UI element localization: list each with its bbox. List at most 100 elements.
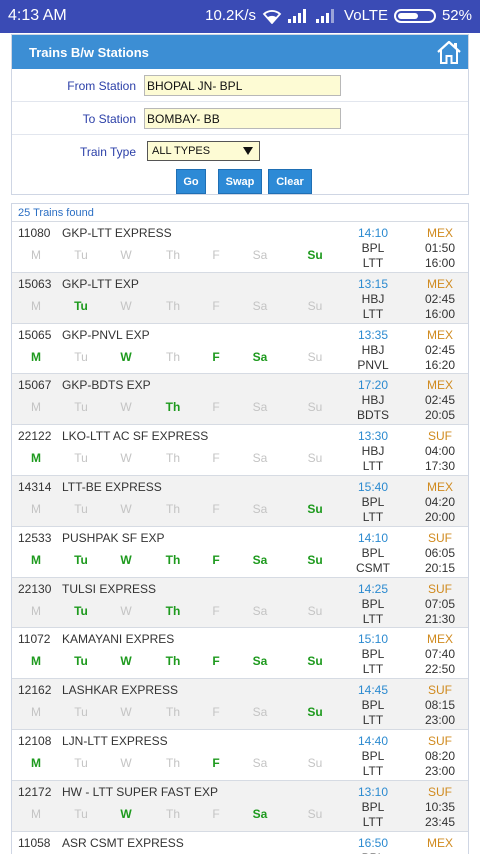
train-row[interactable]: 12172 HW - LTT SUPER FAST EXP 13:10 SUF BPL L… — [12, 779, 468, 831]
start-time: 08:20 — [424, 748, 456, 763]
train-type-select[interactable]: ALL TYPES — [147, 141, 260, 161]
home-icon[interactable] — [436, 39, 462, 65]
train-row[interactable]: 15065 GKP-PNVL EXP 13:35 MEX HBJ PNVL 02:45 16:… — [12, 322, 468, 374]
day-w: W — [120, 806, 132, 821]
from-station-code: BPL — [361, 698, 385, 713]
results-count: 25 Trains found — [18, 207, 94, 219]
train-row[interactable]: 14314 LTT-BE EXPRESS 15:40 MEX BPL LTT 04:20 20… — [12, 474, 468, 526]
day-su: Su — [307, 552, 323, 567]
to-station-code: CSMT — [356, 560, 390, 575]
start-time: 04:20 — [424, 494, 456, 509]
train-row[interactable]: 11080 GKP-LTT EXPRESS 14:10 MEX BPL LTT 01:50 1… — [12, 221, 468, 272]
train-row[interactable]: 22122 LKO-LTT AC SF EXPRESS 13:30 SUF HBJ LTT… — [12, 424, 468, 475]
day-tu: Tu — [74, 552, 88, 567]
end-time: 17:30 — [424, 459, 456, 474]
day-sa: Sa — [252, 501, 268, 516]
day-th: Th — [165, 349, 180, 364]
train-row[interactable]: 12533 PUSHPAK SF EXP 14:10 SUF BPL CSMT 06:05 2… — [12, 525, 468, 577]
to-station-code: LTT — [362, 306, 384, 321]
train-row[interactable]: 15067 GKP-BDTS EXP 17:20 MEX HBJ BDTS 02:45 20:… — [12, 373, 468, 425]
day-th: Th — [165, 248, 180, 262]
day-su: Su — [307, 705, 323, 720]
to-station-row: To Station BOMBAY- BB — [12, 102, 468, 135]
day-tu: Tu — [74, 501, 88, 516]
clear-button[interactable]: Clear — [268, 169, 312, 194]
day-sa: Sa — [252, 603, 268, 618]
from-station-code: HBJ — [361, 291, 385, 306]
search-form: Trains B/w Stations From Station BHOPAL … — [11, 34, 469, 195]
train-number: 12162 — [18, 683, 52, 698]
train-row[interactable]: 11072 KAMAYANI EXPRES 15:10 MEX BPL LTT 07:40 2… — [12, 627, 468, 678]
network-type: VoLTE — [344, 7, 388, 24]
train-name: KAMAYANI EXPRES — [62, 632, 175, 647]
battery-icon — [393, 8, 436, 23]
from-station-code: BPL — [361, 494, 385, 509]
day-tu: Tu — [74, 654, 88, 669]
from-station-code: HBJ — [361, 393, 385, 408]
day-sa: Sa — [252, 654, 268, 669]
end-time: 23:45 — [424, 814, 456, 829]
from-station-input[interactable]: BHOPAL JN- BPL — [144, 75, 341, 96]
start-time: 06:05 — [424, 545, 456, 560]
end-time: 16:20 — [424, 357, 456, 372]
from-station-code: HBJ — [361, 444, 385, 459]
day-th: Th — [165, 552, 181, 567]
day-th: Th — [165, 705, 180, 720]
from-station-code: BPL — [361, 241, 385, 255]
day-sa: Sa — [252, 248, 268, 262]
day-sa: Sa — [252, 705, 268, 720]
train-number: 15063 — [18, 276, 52, 291]
train-row[interactable]: 15063 GKP-LTT EXP 13:15 MEX HBJ LTT 02:45 16:00… — [12, 271, 468, 323]
train-name: HW - LTT SUPER FAST EXP — [62, 784, 219, 799]
day-f: F — [212, 400, 220, 415]
go-button[interactable]: Go — [176, 169, 206, 194]
departure-time: 14:40 — [358, 733, 389, 748]
day-f: F — [212, 451, 220, 466]
end-time: 20:00 — [424, 509, 456, 524]
train-row[interactable]: 22130 TULSI EXPRESS 14:25 SUF BPL LTT 07:05 21:… — [12, 576, 468, 628]
day-tu: Tu — [74, 298, 88, 313]
day-tu: Tu — [74, 400, 88, 415]
from-station-code: BPL — [361, 748, 385, 763]
day-f: F — [212, 755, 220, 770]
day-m: M — [31, 400, 41, 415]
day-m: M — [31, 806, 41, 821]
day-tu: Tu — [74, 603, 88, 618]
day-sa: Sa — [252, 451, 268, 466]
day-su: Su — [307, 451, 323, 466]
day-su: Su — [307, 806, 323, 821]
day-f: F — [212, 298, 220, 313]
start-time: 04:00 — [424, 444, 456, 459]
from-station-code: BPL — [361, 799, 385, 814]
battery-percent: 52% — [441, 7, 472, 24]
departure-time: 15:40 — [358, 479, 389, 494]
from-station-code: HBJ — [361, 342, 385, 357]
train-number: 15065 — [18, 327, 52, 342]
train-row[interactable]: 12108 LJN-LTT EXPRESS 14:40 SUF BPL LTT 08:20 2… — [12, 728, 468, 780]
train-row[interactable]: 11058ASR CSMT EXPRESS16:50MEXBPLMTuWThFS… — [12, 830, 468, 854]
day-tu: Tu — [74, 349, 88, 364]
train-type: SUF — [428, 733, 452, 748]
departure-time: 13:15 — [358, 276, 389, 291]
day-sa: Sa — [252, 755, 268, 770]
train-number: 11072 — [18, 632, 51, 647]
to-station-input[interactable]: BOMBAY- BB — [144, 108, 341, 129]
end-time: 23:00 — [424, 713, 456, 728]
start-time: 10:35 — [424, 799, 456, 814]
end-time: 21:30 — [424, 611, 456, 626]
day-su: Su — [307, 501, 323, 516]
day-th: Th — [165, 451, 180, 466]
day-sa: Sa — [252, 400, 268, 415]
day-th: Th — [165, 806, 180, 821]
day-m: M — [31, 298, 41, 313]
from-station-label: From Station — [67, 79, 136, 93]
train-row[interactable]: 12162 LASHKAR EXPRESS 14:45 SUF BPL LTT 08:15 2… — [12, 678, 468, 729]
day-w: W — [120, 451, 132, 466]
train-number: 22130 — [18, 581, 52, 596]
day-tu: Tu — [74, 806, 88, 821]
day-th: Th — [165, 400, 181, 415]
swap-button[interactable]: Swap — [218, 169, 262, 194]
from-station-code: BPL — [353, 851, 393, 854]
day-w: W — [120, 603, 132, 618]
status-indicators: 10.2K/s VoLTE 52% — [205, 7, 472, 24]
